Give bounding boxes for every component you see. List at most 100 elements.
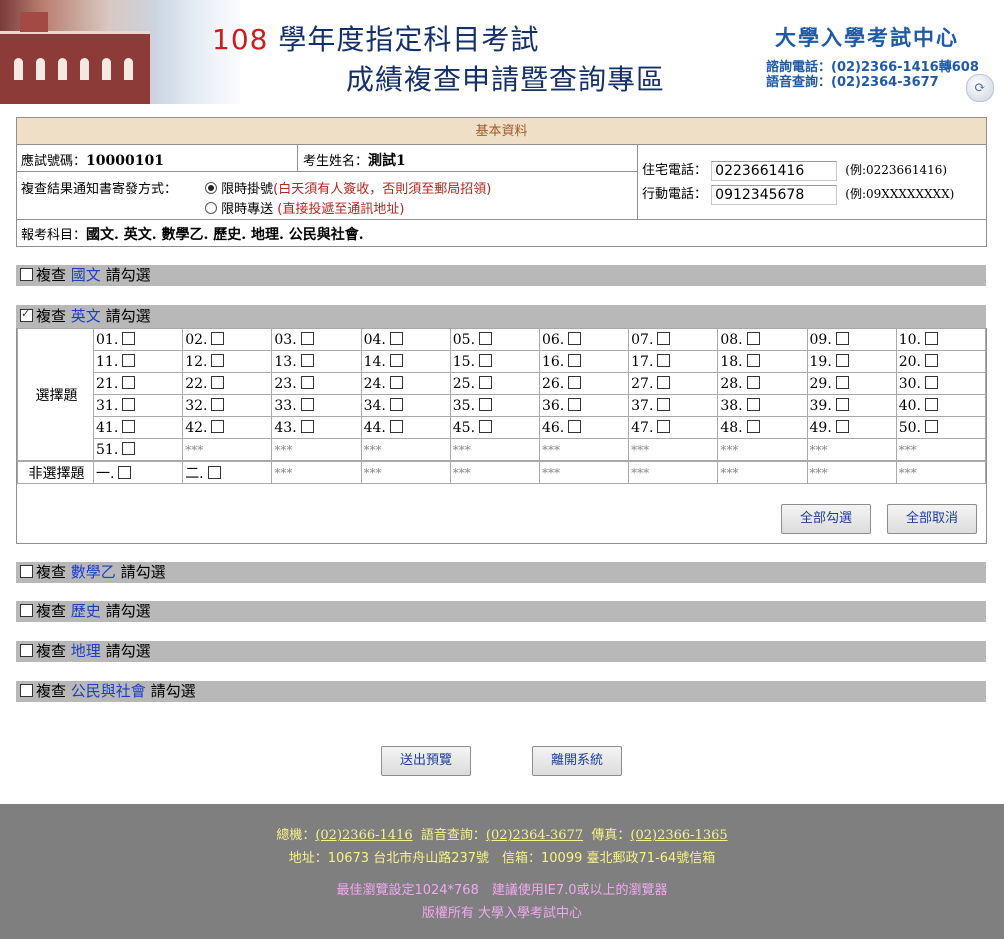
question-checkbox[interactable] xyxy=(657,397,671,411)
question-checkbox[interactable] xyxy=(746,397,760,411)
mc-question-cell: 50. xyxy=(895,416,987,439)
section-bar-math-b[interactable]: 複查 數學乙 請勾選 xyxy=(16,562,986,583)
question-checkbox[interactable] xyxy=(479,375,493,389)
question-checkbox[interactable] xyxy=(568,331,582,345)
question-checkbox[interactable] xyxy=(389,331,403,345)
section-bar-geography[interactable]: 複查 地理 請勾選 xyxy=(16,641,986,662)
question-checkbox[interactable] xyxy=(122,419,136,433)
mc-question-cell: 05. xyxy=(449,328,540,351)
question-checkbox[interactable] xyxy=(924,397,938,411)
civics-checkbox[interactable] xyxy=(20,684,33,697)
math-b-checkbox[interactable] xyxy=(20,565,33,578)
select-all-button[interactable]: 全部勾選 xyxy=(781,504,871,534)
home-phone-input[interactable]: 0223661416 xyxy=(711,160,838,181)
question-checkbox[interactable] xyxy=(211,419,225,433)
mc-question-cell: 23. xyxy=(271,372,362,395)
registered-radio[interactable] xyxy=(205,182,217,194)
english-question-grid: 選擇題 01. 02. 03. 04. 05. 06. 07. 08. 09. 10. 11. 12. 1… xyxy=(16,328,987,544)
question-checkbox[interactable] xyxy=(924,331,938,345)
question-checkbox[interactable] xyxy=(122,441,136,455)
question-checkbox[interactable] xyxy=(568,397,582,411)
question-checkbox[interactable] xyxy=(746,375,760,389)
nonmc-question-cell: 一. xyxy=(92,460,184,484)
english-checkbox[interactable] xyxy=(20,306,33,322)
question-checkbox[interactable] xyxy=(568,353,582,367)
chinese-checkbox[interactable] xyxy=(20,268,33,281)
question-checkbox[interactable] xyxy=(389,397,403,411)
question-checkbox[interactable] xyxy=(211,353,225,367)
mc-question-cell: 20. xyxy=(895,350,987,373)
section-bar-english[interactable]: 複查 英文 請勾選 xyxy=(16,305,986,328)
question-checkbox[interactable] xyxy=(835,353,849,367)
question-checkbox[interactable] xyxy=(118,465,132,479)
mc-question-cell: 30. xyxy=(895,372,987,395)
mc-question-cell: 34. xyxy=(360,394,451,417)
question-checkbox[interactable] xyxy=(746,419,760,433)
question-checkbox[interactable] xyxy=(568,419,582,433)
mc-question-cell: 11. xyxy=(92,350,184,373)
history-checkbox[interactable] xyxy=(20,604,33,617)
question-checkbox[interactable] xyxy=(211,397,225,411)
question-checkbox[interactable] xyxy=(300,331,314,345)
question-checkbox[interactable] xyxy=(479,331,493,345)
notify-option-express[interactable]: 限時專送 (直接投遞至通訊地址) xyxy=(205,198,404,217)
question-checkbox[interactable] xyxy=(300,375,314,389)
question-checkbox[interactable] xyxy=(300,353,314,367)
question-checkbox[interactable] xyxy=(122,353,136,367)
question-checkbox[interactable] xyxy=(835,397,849,411)
question-checkbox[interactable] xyxy=(479,353,493,367)
clear-all-button[interactable]: 全部取消 xyxy=(887,504,977,534)
question-checkbox[interactable] xyxy=(389,419,403,433)
question-checkbox[interactable] xyxy=(746,331,760,345)
question-checkbox[interactable] xyxy=(835,331,849,345)
nonmc-label: 非選擇題 xyxy=(17,460,94,484)
question-checkbox[interactable] xyxy=(924,375,938,389)
question-checkbox[interactable] xyxy=(122,397,136,411)
name-field: 考生姓名：測試1 xyxy=(303,153,406,169)
section-bar-history[interactable]: 複查 歷史 請勾選 xyxy=(16,601,986,622)
voice-phone-link[interactable]: (02)2364-3677 xyxy=(486,828,583,843)
notify-option-registered[interactable]: 限時掛號(白天須有人簽收，否則須至郵局招領) xyxy=(205,178,491,197)
submit-preview-button[interactable]: 送出預覽 xyxy=(381,746,471,776)
swirl-logo-icon[interactable]: ⟳ xyxy=(966,74,994,102)
mobile-phone-input[interactable]: 0912345678 xyxy=(711,184,838,205)
mc-question-cell: 24. xyxy=(360,372,451,395)
mc-question-cell: 19. xyxy=(806,350,897,373)
question-checkbox[interactable] xyxy=(746,353,760,367)
question-checkbox[interactable] xyxy=(479,419,493,433)
question-checkbox[interactable] xyxy=(389,353,403,367)
table-row: 選擇題 01. 02. 03. 04. 05. 06. 07. 08. 09. 10. xyxy=(17,328,987,462)
question-checkbox[interactable] xyxy=(657,375,671,389)
question-checkbox[interactable] xyxy=(479,397,493,411)
building-shape xyxy=(0,31,150,104)
question-checkbox[interactable] xyxy=(657,353,671,367)
fax-phone-link[interactable]: (02)2366-1365 xyxy=(630,828,727,843)
mobile-phone-row: 行動電話： 0912345678 (例:09XXXXXXXX) xyxy=(642,184,955,205)
main-phone-link[interactable]: (02)2366-1416 xyxy=(315,828,412,843)
nonmc-question-cell: 二. xyxy=(182,460,273,484)
section-bar-chinese[interactable]: 複查 國文 請勾選 xyxy=(16,265,986,286)
question-checkbox[interactable] xyxy=(122,375,136,389)
question-checkbox[interactable] xyxy=(300,419,314,433)
question-checkbox[interactable] xyxy=(924,419,938,433)
question-checkbox[interactable] xyxy=(835,419,849,433)
mc-question-cell: 36. xyxy=(538,394,630,417)
question-checkbox[interactable] xyxy=(300,397,314,411)
question-checkbox[interactable] xyxy=(568,375,582,389)
express-radio[interactable] xyxy=(205,202,217,214)
geography-checkbox[interactable] xyxy=(20,644,33,657)
mc-label: 選擇題 xyxy=(17,328,94,462)
question-checkbox[interactable] xyxy=(211,375,225,389)
question-checkbox[interactable] xyxy=(211,331,225,345)
mc-question-cell: 48. xyxy=(717,416,808,439)
question-checkbox[interactable] xyxy=(924,353,938,367)
mc-question-cell: 09. xyxy=(806,328,897,351)
question-checkbox[interactable] xyxy=(122,331,136,345)
section-bar-civics[interactable]: 複查 公民與社會 請勾選 xyxy=(16,681,986,702)
question-checkbox[interactable] xyxy=(835,375,849,389)
question-checkbox[interactable] xyxy=(657,331,671,345)
question-checkbox[interactable] xyxy=(657,419,671,433)
exit-system-button[interactable]: 離開系統 xyxy=(532,746,622,776)
question-checkbox[interactable] xyxy=(207,465,221,479)
question-checkbox[interactable] xyxy=(389,375,403,389)
